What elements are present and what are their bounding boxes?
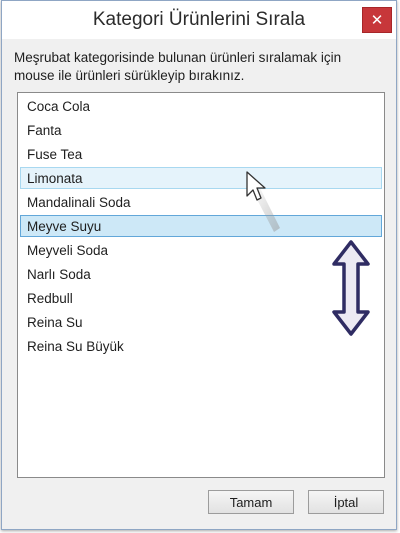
dialog-title: Kategori Ürünlerini Sırala	[92, 9, 306, 30]
list-item[interactable]: Fanta	[20, 119, 382, 141]
list-item[interactable]: Coca Cola	[20, 95, 382, 117]
instructions-line-2: mouse ile ürünleri sürükleyip bırakınız.	[14, 68, 245, 83]
cancel-button[interactable]: İptal	[308, 490, 384, 514]
list-item[interactable]: Fuse Tea	[20, 143, 382, 165]
list-item[interactable]: Narlı Soda	[20, 263, 382, 285]
list-item[interactable]: Limonata	[20, 167, 382, 189]
list-item[interactable]: Reina Su Büyük	[20, 335, 382, 357]
list-item[interactable]: Redbull	[20, 287, 382, 309]
mouse-pointer-icon	[246, 171, 280, 232]
ok-button[interactable]: Tamam	[208, 490, 294, 514]
list-item[interactable]: Meyve Suyu	[20, 215, 382, 237]
close-icon: ✕	[370, 12, 384, 29]
up-down-arrow-icon	[332, 240, 370, 336]
list-item[interactable]: Mandalinali Soda	[20, 191, 382, 213]
instructions-line-1: Meşrubat kategorisinde bulunan ürünleri …	[14, 50, 342, 65]
list-item[interactable]: Reina Su	[20, 311, 382, 333]
list-item[interactable]: Meyveli Soda	[20, 239, 382, 261]
instructions-text: Meşrubat kategorisinde bulunan ürünleri …	[14, 49, 384, 85]
title-bar: Kategori Ürünlerini Sırala ✕	[2, 1, 396, 39]
close-button[interactable]: ✕	[362, 7, 392, 33]
